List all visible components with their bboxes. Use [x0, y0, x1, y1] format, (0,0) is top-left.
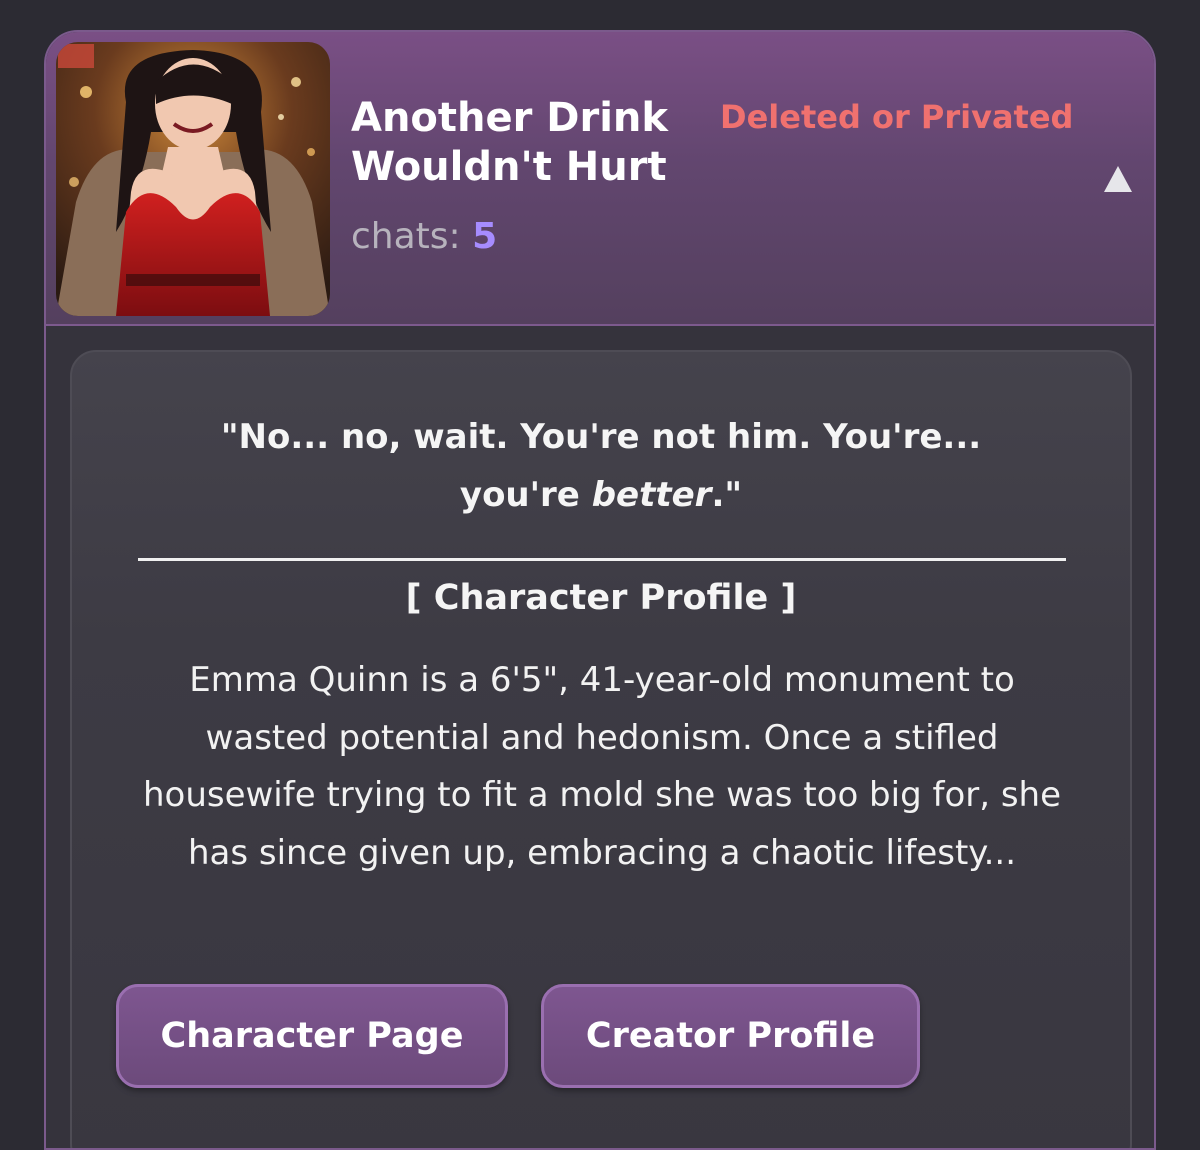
character-page-button[interactable]: Character Page	[116, 984, 508, 1088]
quote-line-1: "No... no, wait. You're not him. You're.…	[220, 417, 982, 457]
profile-heading: [ Character Profile ]	[405, 578, 797, 618]
character-avatar	[56, 42, 330, 316]
triangle-up-icon[interactable]	[1102, 164, 1134, 194]
card-content: "No... no, wait. You're not him. You're.…	[70, 350, 1132, 1148]
character-quote: "No... no, wait. You're not him. You're.…	[72, 408, 1130, 524]
quote-line-2: you're	[459, 475, 592, 515]
profile-description: Emma Quinn is a 6'5", 41-year-old monume…	[142, 660, 1062, 873]
chats-count: 5	[472, 216, 498, 257]
quote-emphasis: better	[591, 475, 712, 515]
chats-count-row: chats: 5	[351, 216, 497, 257]
chats-label: chats:	[351, 216, 461, 257]
divider	[138, 558, 1066, 561]
card-header[interactable]: Another Drink Wouldn't Hurt Deleted or P…	[46, 32, 1154, 326]
character-title: Another Drink Wouldn't Hurt	[351, 95, 669, 190]
quote-line-end: ."	[711, 475, 743, 515]
creator-profile-button[interactable]: Creator Profile	[541, 984, 920, 1088]
status-badge: Deleted or Privated	[720, 98, 1074, 136]
character-card: Another Drink Wouldn't Hurt Deleted or P…	[44, 30, 1156, 1150]
